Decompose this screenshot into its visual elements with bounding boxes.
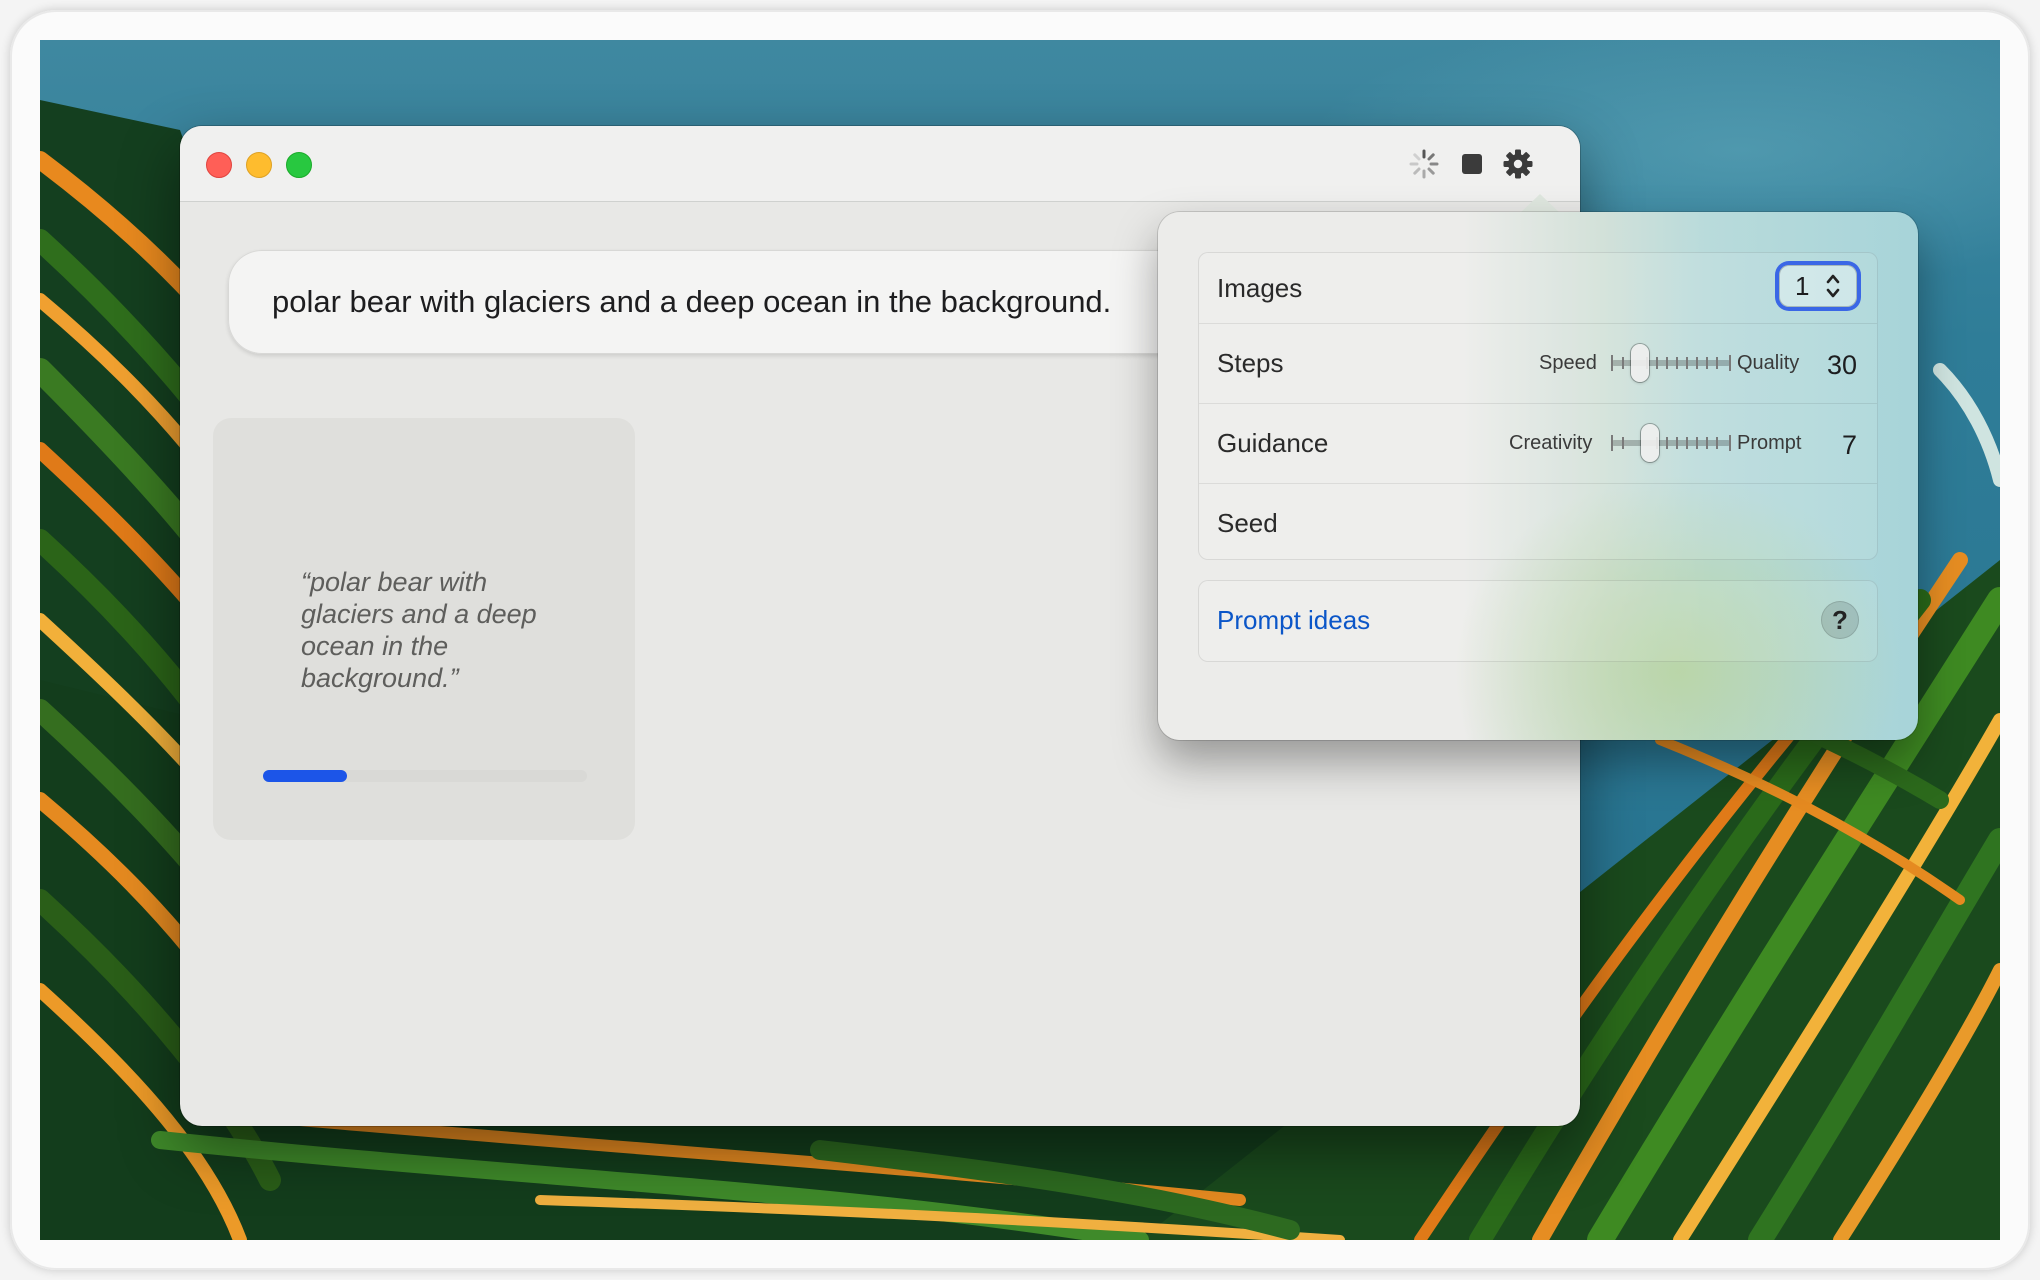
steps-slider-ticks [1611,355,1731,371]
guidance-label: Guidance [1217,428,1329,458]
help-button[interactable]: ? [1821,601,1859,639]
zoom-window-button[interactable] [286,152,312,178]
generation-caption: “polar bear with glaciers and a deep oce… [301,567,537,693]
seed-row[interactable]: Seed [1199,483,1877,560]
images-label: Images [1217,273,1303,303]
spinner-glyph [1409,149,1439,179]
popover-arrow [1520,194,1560,213]
guidance-min-label: Creativity [1509,432,1593,454]
prompt-ideas-link[interactable]: Prompt ideas [1217,605,1370,636]
window-titlebar [180,126,1580,202]
stop-icon[interactable] [1452,144,1492,184]
steps-min-label: Speed [1539,352,1597,374]
generation-progress-bar [263,770,587,782]
settings-popover: Images 1 Steps Speed Quality 30 Guidance… [1158,212,1918,740]
guidance-value: 7 [1841,430,1857,460]
steps-row: Steps Speed Quality 30 [1199,323,1877,404]
settings-group: Images 1 Steps Speed Quality 30 Guidance… [1198,252,1878,560]
images-stepper[interactable]: 1 [1779,265,1857,307]
prompt-ideas-group: Prompt ideas ? [1198,580,1878,662]
images-row: Images 1 [1199,253,1877,323]
seed-label: Seed [1217,508,1278,538]
progress-spinner-icon [1404,144,1444,184]
steps-slider-knob[interactable] [1631,344,1649,382]
guidance-row: Guidance Creativity Prompt 7 [1199,403,1877,484]
close-window-button[interactable] [206,152,232,178]
images-stepper-value: 1 [1795,271,1810,301]
steps-label: Steps [1217,348,1284,378]
prompt-input-text: polar bear with glaciers and a deep ocea… [272,284,1112,319]
stop-glyph [1462,154,1482,174]
gear-icon[interactable] [1498,144,1538,184]
generation-card: “polar bear with glaciers and a deep oce… [213,418,635,840]
guidance-slider-knob[interactable] [1641,424,1659,462]
minimize-window-button[interactable] [246,152,272,178]
guidance-max-label: Prompt [1737,432,1802,454]
steps-max-label: Quality [1737,352,1800,374]
steps-value: 30 [1826,350,1857,380]
stepper-arrows-icon[interactable] [1825,271,1841,301]
gear-glyph [1503,149,1533,179]
guidance-slider-ticks [1611,435,1731,451]
generation-progress-fill [263,770,348,782]
